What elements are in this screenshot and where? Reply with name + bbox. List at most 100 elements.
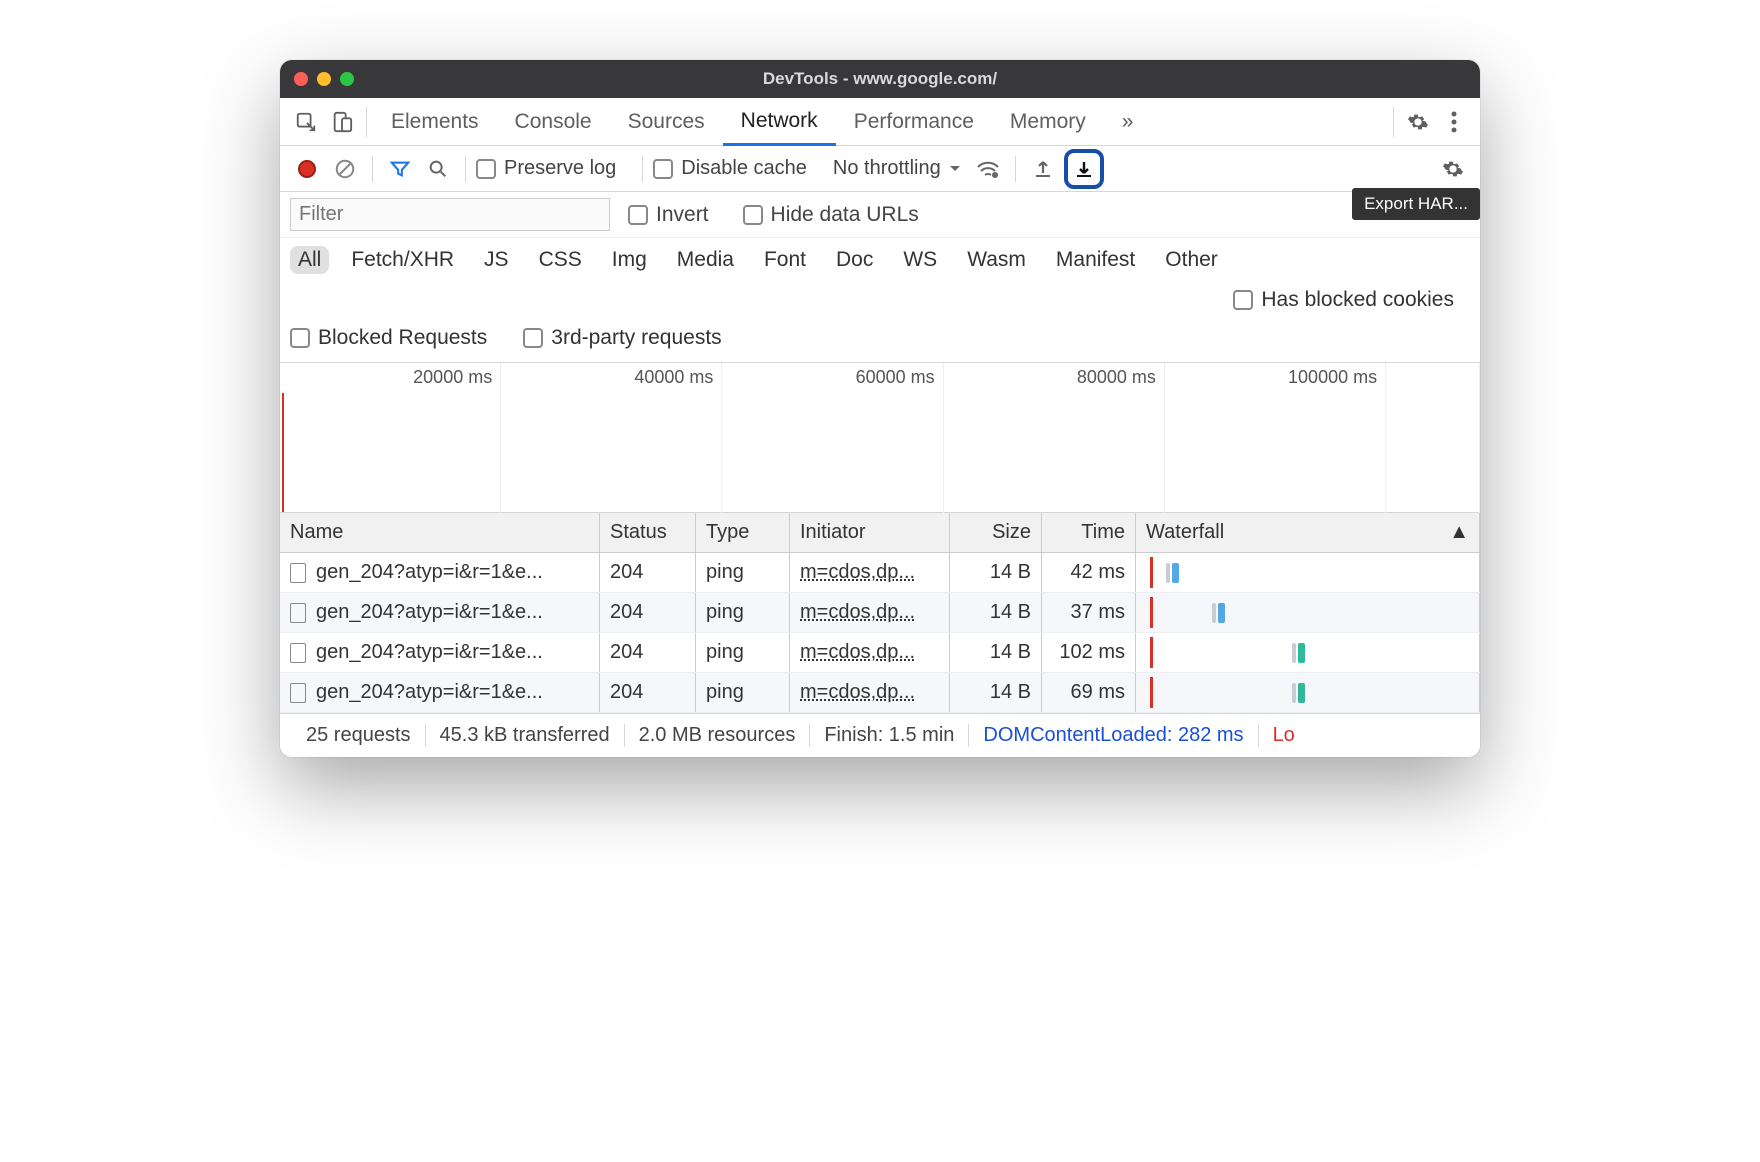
col-waterfall[interactable]: Waterfall▲ <box>1136 513 1480 552</box>
window-title: DevTools - www.google.com/ <box>280 69 1480 89</box>
tab-label: Performance <box>854 110 974 134</box>
blocked-requests-checkbox[interactable]: Blocked Requests <box>290 326 487 350</box>
type-filter-manifest[interactable]: Manifest <box>1048 246 1143 274</box>
request-type: ping <box>696 553 790 592</box>
kebab-menu-icon[interactable] <box>1436 104 1472 140</box>
tab-label: Sources <box>628 110 705 134</box>
waterfall-track <box>1146 553 1469 592</box>
preserve-log-checkbox[interactable]: Preserve log <box>476 157 616 180</box>
request-name: gen_204?atyp=i&r=1&e... <box>316 641 543 664</box>
status-resources: 2.0 MB resources <box>625 724 811 747</box>
request-status: 204 <box>600 553 696 592</box>
filter-icon[interactable] <box>383 152 417 186</box>
disable-cache-checkbox[interactable]: Disable cache <box>653 157 807 180</box>
status-requests: 25 requests <box>292 724 426 747</box>
type-filter-wasm[interactable]: Wasm <box>959 246 1034 274</box>
import-har-icon[interactable] <box>1026 152 1060 186</box>
maximize-window-button[interactable] <box>340 72 354 86</box>
type-filter-js[interactable]: JS <box>476 246 517 274</box>
hide-data-urls-checkbox[interactable]: Hide data URLs <box>743 203 919 227</box>
request-time: 102 ms <box>1042 633 1136 672</box>
tab-network[interactable]: Network <box>723 99 836 146</box>
record-button[interactable] <box>290 152 324 186</box>
type-filter-img[interactable]: Img <box>604 246 655 274</box>
third-party-checkbox[interactable]: 3rd-party requests <box>523 326 721 350</box>
tab-memory[interactable]: Memory <box>992 98 1104 145</box>
minimize-window-button[interactable] <box>317 72 331 86</box>
hide-data-urls-label: Hide data URLs <box>771 203 919 227</box>
filter-input[interactable] <box>290 198 610 231</box>
request-status: 204 <box>600 633 696 672</box>
request-size: 14 B <box>950 553 1042 592</box>
additional-filters: Blocked Requests 3rd-party requests <box>280 320 1480 363</box>
export-har-highlight <box>1064 149 1104 189</box>
type-filter-fetchxhr[interactable]: Fetch/XHR <box>343 246 462 274</box>
panel-settings-icon[interactable] <box>1436 152 1470 186</box>
col-type[interactable]: Type <box>696 513 790 552</box>
settings-icon[interactable] <box>1400 104 1436 140</box>
throttling-select[interactable]: No throttling <box>827 157 967 180</box>
divider <box>1393 107 1394 137</box>
export-har-icon[interactable] <box>1069 154 1099 184</box>
col-status[interactable]: Status <box>600 513 696 552</box>
type-filter-css[interactable]: CSS <box>531 246 590 274</box>
file-icon <box>290 683 306 703</box>
file-icon <box>290 563 306 583</box>
divider <box>1015 156 1016 182</box>
col-time[interactable]: Time <box>1042 513 1136 552</box>
network-conditions-icon[interactable] <box>971 152 1005 186</box>
request-size: 14 B <box>950 593 1042 632</box>
status-domcontentloaded: DOMContentLoaded: 282 ms <box>969 724 1258 747</box>
device-toolbar-icon[interactable] <box>324 104 360 140</box>
tab-label: Elements <box>391 110 479 134</box>
tab-sources[interactable]: Sources <box>610 98 723 145</box>
tab-label: Memory <box>1010 110 1086 134</box>
col-size[interactable]: Size <box>950 513 1042 552</box>
request-time: 69 ms <box>1042 673 1136 712</box>
col-initiator[interactable]: Initiator <box>790 513 950 552</box>
overview-timeline[interactable]: 20000 ms40000 ms60000 ms80000 ms100000 m… <box>280 363 1480 513</box>
col-name[interactable]: Name <box>280 513 600 552</box>
has-blocked-cookies-checkbox[interactable]: Has blocked cookies <box>1233 288 1454 312</box>
type-filter-font[interactable]: Font <box>756 246 814 274</box>
close-window-button[interactable] <box>294 72 308 86</box>
titlebar: DevTools - www.google.com/ <box>280 60 1480 98</box>
request-type: ping <box>696 633 790 672</box>
type-filter-other[interactable]: Other <box>1157 246 1226 274</box>
request-row[interactable]: gen_204?atyp=i&r=1&e...204pingm=cdos,dp.… <box>280 593 1480 633</box>
has-blocked-cookies-label: Has blocked cookies <box>1261 288 1454 312</box>
type-filter-all[interactable]: All <box>290 246 329 274</box>
type-filter-doc[interactable]: Doc <box>828 246 881 274</box>
inspect-element-icon[interactable] <box>288 104 324 140</box>
request-initiator[interactable]: m=cdos,dp... <box>800 601 915 624</box>
filter-bar: Invert Hide data URLs <box>280 192 1480 238</box>
request-initiator[interactable]: m=cdos,dp... <box>800 641 915 664</box>
sort-ascending-icon: ▲ <box>1449 521 1469 544</box>
request-initiator[interactable]: m=cdos,dp... <box>800 561 915 584</box>
request-row[interactable]: gen_204?atyp=i&r=1&e...204pingm=cdos,dp.… <box>280 673 1480 713</box>
export-har-tooltip: Export HAR... <box>1352 188 1480 220</box>
tab-performance[interactable]: Performance <box>836 98 992 145</box>
search-icon[interactable] <box>421 152 455 186</box>
tab-label: Network <box>741 109 818 133</box>
disable-cache-label: Disable cache <box>681 157 807 180</box>
traffic-lights <box>294 72 354 86</box>
network-toolbar: Preserve log Disable cache No throttling… <box>280 146 1480 192</box>
request-name: gen_204?atyp=i&r=1&e... <box>316 601 543 624</box>
tab-elements[interactable]: Elements <box>373 98 497 145</box>
type-filter-media[interactable]: Media <box>669 246 742 274</box>
request-row[interactable]: gen_204?atyp=i&r=1&e...204pingm=cdos,dp.… <box>280 553 1480 593</box>
divider <box>366 107 367 137</box>
invert-checkbox[interactable]: Invert <box>628 203 709 227</box>
clear-button[interactable] <box>328 152 362 186</box>
type-filter-ws[interactable]: WS <box>895 246 945 274</box>
request-row[interactable]: gen_204?atyp=i&r=1&e... 204ping m=cdos,dp.… <box>280 633 1480 673</box>
more-tabs-button[interactable]: » <box>1104 98 1152 145</box>
request-status: 204 <box>600 593 696 632</box>
tab-console[interactable]: Console <box>497 98 610 145</box>
waterfall-track <box>1146 633 1469 672</box>
throttling-label: No throttling <box>833 157 941 180</box>
file-icon <box>290 603 306 623</box>
request-initiator[interactable]: m=cdos,dp... <box>800 681 915 704</box>
divider <box>642 156 643 182</box>
